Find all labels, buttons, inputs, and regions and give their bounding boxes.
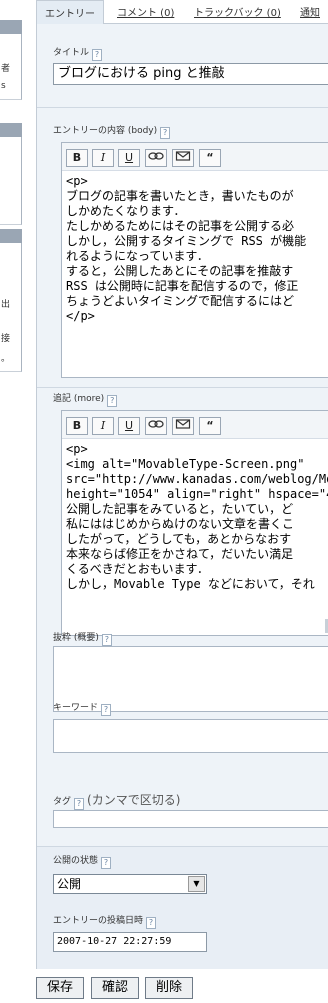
body-textarea[interactable]: <p> ブログの記事を書いたとき，書いたものが しかめたくなります． たしかめるために…	[66, 174, 328, 324]
quote-button[interactable]: “	[199, 417, 221, 435]
help-icon[interactable]: ?	[92, 49, 103, 61]
editor-line: <p>	[66, 174, 88, 188]
sidebar-header	[0, 229, 22, 243]
email-button[interactable]	[172, 149, 194, 167]
keywords-label: キーワード?	[53, 700, 112, 716]
delete-button[interactable]: 削除	[145, 977, 193, 999]
editor-line: ちょうどよいタイミングで配信するにはど	[66, 294, 295, 308]
editor-line: <img alt="MovableType-Screen.png"	[66, 457, 305, 471]
preview-button[interactable]: 確認	[91, 977, 139, 999]
sidebar-header	[0, 123, 22, 137]
body-label: エントリーの内容 (body)?	[53, 123, 171, 139]
help-icon[interactable]: ?	[107, 395, 118, 407]
underline-button[interactable]: U	[118, 417, 140, 435]
divider	[37, 387, 328, 388]
editor-line: くるべきだとおもいます．	[66, 562, 210, 576]
link-icon	[148, 420, 164, 428]
editor-line: height="1054" align="right" hspace="4"	[66, 487, 328, 501]
divider	[37, 107, 328, 108]
italic-button[interactable]: I	[92, 149, 114, 167]
editor-line: ブログの記事を書いたとき，書いたものが	[66, 189, 294, 203]
editor-toolbar: B I U “	[62, 143, 328, 171]
tab-trackbacks[interactable]: トラックバック (0)	[194, 4, 281, 19]
help-icon[interactable]: ?	[101, 704, 112, 716]
sidebar-header	[0, 20, 22, 34]
sidebar-section: 出 接 。	[0, 243, 22, 372]
more-textarea[interactable]: <p> <img alt="MovableType-Screen.png" src=…	[66, 442, 328, 632]
editor-line: すると，公開したあとにその記事を推敲す	[66, 264, 294, 278]
quote-button[interactable]: “	[199, 149, 221, 167]
date-input[interactable]: 2007-10-27 22:27:59	[53, 932, 207, 952]
email-icon	[175, 151, 191, 161]
tags-label: タグ? (カンマで区切る)	[53, 793, 181, 810]
date-label: エントリーの投稿日時?	[53, 913, 157, 929]
help-icon[interactable]: ?	[160, 127, 171, 139]
link-button[interactable]	[145, 149, 167, 167]
link-button[interactable]	[145, 417, 167, 435]
editor-line: れるようになっています．	[66, 249, 209, 263]
editor-line: 私にははじめからぬけのない文章を書くこ	[66, 517, 295, 531]
link-icon	[148, 152, 164, 160]
help-icon[interactable]: ?	[101, 634, 112, 646]
editor-line: したがって，どうしても，あとからなおす	[66, 532, 292, 546]
email-icon	[175, 419, 191, 429]
italic-button[interactable]: I	[92, 417, 114, 435]
editor-line: 公開した記事をみていると，たいてい，ど	[66, 502, 294, 516]
left-sidebar: 者 s 出 接 。	[0, 0, 22, 372]
tags-note: (カンマで区切る)	[87, 793, 181, 807]
tab-entry[interactable]: エントリー	[36, 0, 104, 25]
editor-line: <p>	[66, 442, 88, 456]
editor-line: </p>	[66, 309, 95, 323]
entry-edit-panel: タイトル? ブログにおける ping と推敲 エントリーの内容 (body)? …	[36, 24, 328, 969]
save-button[interactable]: 保存	[36, 977, 84, 999]
keywords-textarea[interactable]	[53, 719, 328, 753]
editor-line: しかし，公開するタイミングで RSS が機能	[66, 234, 307, 248]
editor-line: しかし，Movable Type などにおいて，それ	[66, 577, 315, 591]
tab-notify[interactable]: 通知	[300, 4, 320, 19]
editor-line: しかめたくなります．	[66, 204, 186, 218]
tags-input[interactable]	[53, 810, 328, 828]
editor-line: RSS は公開時に記事を配信するので，修正	[66, 279, 299, 293]
editor-line: src="http://www.kanadas.com/weblog/Mov	[66, 472, 328, 486]
sidebar-section	[0, 137, 22, 225]
sidebar-item[interactable]: 接	[1, 331, 10, 344]
body-editor[interactable]: B I U “ <p> ブログの記事を書いたとき，書いたものが しかめたくなります．…	[61, 142, 328, 378]
chevron-down-icon: ▼	[188, 876, 205, 892]
status-select[interactable]: 公開 ▼	[53, 874, 207, 894]
tab-comments[interactable]: コメント (0)	[117, 4, 174, 19]
excerpt-label: 抜粋 (概要)?	[53, 630, 112, 646]
sidebar-item[interactable]: 者	[1, 61, 10, 74]
bold-button[interactable]: B	[66, 417, 88, 435]
help-icon[interactable]: ?	[74, 798, 85, 810]
status-value: 公開	[57, 877, 82, 891]
sidebar-item[interactable]: 出	[1, 297, 10, 310]
editor-line: たしかめるためにはその記事を公開する必	[66, 219, 295, 233]
editor-line: 本来ならば修正をかさねて，だいたい満足	[66, 547, 294, 561]
help-icon[interactable]: ?	[101, 857, 112, 869]
help-icon[interactable]: ?	[146, 917, 157, 929]
sidebar-section: 者 s	[0, 34, 22, 100]
email-button[interactable]	[172, 417, 194, 435]
more-label: 追記 (more)?	[53, 391, 118, 407]
editor-toolbar: B I U “	[62, 411, 328, 439]
entry-tabs: エントリー コメント (0) トラックバック (0) 通知	[36, 0, 328, 25]
title-label: タイトル?	[53, 45, 103, 61]
sidebar-item[interactable]: 。	[1, 351, 10, 364]
publish-panel: 公開の状態? 公開 ▼ エントリーの投稿日時? 2007-10-27 22:27:…	[37, 846, 328, 969]
title-input[interactable]: ブログにおける ping と推敲	[53, 63, 328, 85]
more-editor[interactable]: B I U “ <p> <img alt="MovableType-Screen.…	[61, 410, 328, 636]
bold-button[interactable]: B	[66, 149, 88, 167]
status-label: 公開の状態?	[53, 853, 112, 869]
underline-button[interactable]: U	[118, 149, 140, 167]
sidebar-item[interactable]: s	[1, 81, 6, 91]
